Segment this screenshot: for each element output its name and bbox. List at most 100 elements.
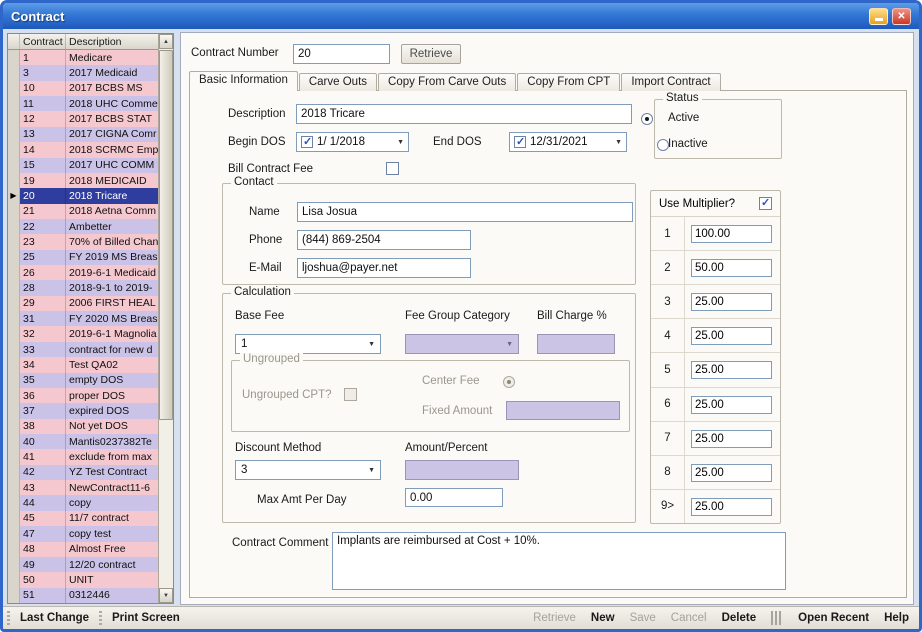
contract-row[interactable]: 142018 SCRMC Emp <box>8 142 158 157</box>
contract-description-cell: expired DOS <box>66 403 158 418</box>
contract-row[interactable]: 44copy <box>8 495 158 510</box>
contract-row[interactable]: 38Not yet DOS <box>8 419 158 434</box>
contract-row[interactable]: 102017 BCBS MS <box>8 81 158 96</box>
multiplier-value-input[interactable] <box>691 293 772 311</box>
contract-row[interactable]: 212018 Aetna Comm <box>8 204 158 219</box>
contract-row[interactable]: 33contract for new d <box>8 342 158 357</box>
contract-row[interactable]: 41exclude from max <box>8 449 158 464</box>
tab-basic-information[interactable]: Basic Information <box>189 71 298 91</box>
contract-row[interactable]: 34Test QA02 <box>8 357 158 372</box>
contract-row[interactable]: 122017 BCBS STAT <box>8 111 158 126</box>
discount-method-select[interactable]: 3 ▼ <box>235 460 381 480</box>
multiplier-value-input[interactable] <box>691 361 772 379</box>
tab-carve-outs[interactable]: Carve Outs <box>299 73 377 91</box>
multiplier-value-input[interactable] <box>691 430 772 448</box>
minimize-icon[interactable] <box>869 8 888 25</box>
multiplier-value-input[interactable] <box>691 327 772 345</box>
contract-row[interactable]: 262019-6-1 Medicaid <box>8 265 158 280</box>
row-indicator <box>8 204 20 219</box>
scroll-thumb[interactable] <box>159 50 173 420</box>
statusbar-help[interactable]: Help <box>884 612 909 624</box>
row-indicator <box>8 388 20 403</box>
contract-row[interactable]: 35empty DOS <box>8 373 158 388</box>
contract-row[interactable]: 47copy test <box>8 526 158 541</box>
contract-row[interactable]: 37expired DOS <box>8 403 158 418</box>
scroll-up-icon[interactable]: ▲ <box>159 34 173 49</box>
contract-row[interactable]: 43NewContract11-6 <box>8 480 158 495</box>
contract-row[interactable]: ▶202018 Tricare <box>8 188 158 203</box>
contract-row[interactable]: 132017 CIGNA Comr <box>8 127 158 142</box>
contact-name-input[interactable] <box>297 202 633 222</box>
multiplier-value-input[interactable] <box>691 225 772 243</box>
contract-row[interactable]: 4912/20 contract <box>8 557 158 572</box>
base-fee-select[interactable]: 1 ▼ <box>235 334 381 354</box>
contact-email-input[interactable] <box>297 258 471 278</box>
contract-row[interactable]: 152017 UHC COMM <box>8 158 158 173</box>
chevron-down-icon[interactable]: ▼ <box>393 139 404 146</box>
retrieve-button[interactable]: Retrieve <box>401 44 461 64</box>
chevron-down-icon[interactable]: ▼ <box>611 139 622 146</box>
contract-description-cell: Almost Free <box>66 542 158 557</box>
end-dos-checkbox[interactable] <box>514 136 526 148</box>
end-dos-picker[interactable]: 12/31/2021 ▼ <box>509 132 627 152</box>
contract-row[interactable]: 36proper DOS <box>8 388 158 403</box>
contract-row[interactable]: 282018-9-1 to 2019- <box>8 280 158 295</box>
contract-row[interactable]: 292006 FIRST HEAL <box>8 296 158 311</box>
bill-contract-fee-checkbox[interactable] <box>386 162 399 175</box>
amount-percent-label: Amount/Percent <box>405 442 487 454</box>
status-active-radio[interactable] <box>641 113 653 125</box>
fee-group-category-label: Fee Group Category <box>405 310 510 322</box>
contract-row[interactable]: 42YZ Test Contract <box>8 465 158 480</box>
row-indicator <box>8 158 20 173</box>
statusbar-last-change[interactable]: Last Change <box>20 612 89 624</box>
contract-row[interactable]: 32017 Medicaid <box>8 65 158 80</box>
tab-import-contract[interactable]: Import Contract <box>621 73 720 91</box>
contract-row[interactable]: 2370% of Billed Chan <box>8 234 158 249</box>
begin-dos-checkbox[interactable] <box>301 136 313 148</box>
statusbar-print-screen[interactable]: Print Screen <box>112 612 180 624</box>
contract-number-input[interactable] <box>293 44 390 64</box>
grip-separator <box>7 611 10 625</box>
row-indicator-header <box>8 34 20 49</box>
max-amt-per-day-input[interactable] <box>405 488 503 507</box>
contract-row[interactable]: 31FY 2020 MS Breas <box>8 311 158 326</box>
contract-row[interactable]: 510312446 <box>8 588 158 603</box>
multiplier-value-input[interactable] <box>691 259 772 277</box>
contract-id-cell: 15 <box>20 158 66 173</box>
contract-row[interactable]: 48Almost Free <box>8 542 158 557</box>
contract-row[interactable]: 22Ambetter <box>8 219 158 234</box>
contract-comment-textarea[interactable]: Implants are reimbursed at Cost + 10%. <box>332 532 786 590</box>
description-input[interactable] <box>296 104 632 124</box>
multiplier-value-input[interactable] <box>691 498 772 516</box>
contract-row[interactable]: 25FY 2019 MS Breas <box>8 250 158 265</box>
use-multiplier-checkbox[interactable] <box>759 197 772 210</box>
title-bar[interactable]: Contract ✕ <box>3 3 919 29</box>
row-indicator <box>8 342 20 357</box>
contact-phone-input[interactable] <box>297 230 471 250</box>
contract-row[interactable]: 112018 UHC Comme <box>8 96 158 111</box>
scroll-down-icon[interactable]: ▼ <box>159 588 173 603</box>
contract-row[interactable]: 4511/7 contract <box>8 511 158 526</box>
contact-label: Contact <box>231 176 277 188</box>
statusbar-new[interactable]: New <box>591 612 615 624</box>
multiplier-value-input[interactable] <box>691 464 772 482</box>
row-indicator <box>8 111 20 126</box>
tab-copy-from-carve-outs[interactable]: Copy From Carve Outs <box>378 73 516 91</box>
contract-row[interactable]: 192018 MEDICAID <box>8 173 158 188</box>
statusbar-open-recent[interactable]: Open Recent <box>798 612 869 624</box>
close-icon[interactable]: ✕ <box>892 8 911 25</box>
multiplier-value-input[interactable] <box>691 396 772 414</box>
vertical-scrollbar[interactable]: ▲ ▼ <box>158 34 173 603</box>
contract-row[interactable]: 40Mantis0237382Te <box>8 434 158 449</box>
contract-row[interactable]: 1Medicare <box>8 50 158 65</box>
column-header-description[interactable]: Description <box>66 34 158 49</box>
row-indicator <box>8 127 20 142</box>
statusbar-delete[interactable]: Delete <box>722 612 757 624</box>
contract-row[interactable]: 322019-6-1 Magnolia <box>8 326 158 341</box>
column-header-contract[interactable]: Contract <box>20 34 66 49</box>
statusbar-cancel: Cancel <box>671 612 707 624</box>
tab-copy-from-cpt[interactable]: Copy From CPT <box>517 73 620 91</box>
begin-dos-picker[interactable]: 1/ 1/2018 ▼ <box>296 132 409 152</box>
discount-method-value: 3 <box>241 464 247 476</box>
contract-row[interactable]: 50UNIT <box>8 572 158 587</box>
